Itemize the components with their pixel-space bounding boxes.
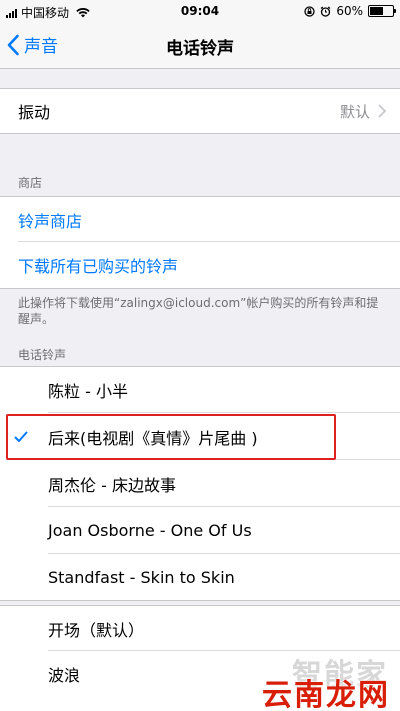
ringtone-label: Standfast - Skin to Skin [48,567,235,587]
ringtone-row-selected[interactable]: 后来(电视剧《真情》片尾曲 ) [0,413,400,460]
page-title: 电话铃声 [166,39,234,59]
builtin-tone-label: 波浪 [48,666,81,685]
builtin-tone-label: 开场（默认） [48,620,145,640]
ringtone-label: 陈粒 - 小半 [48,382,128,401]
ringtone-row[interactable]: Joan Osborne - One Of Us [0,507,400,554]
ringtone-label: 周杰伦 - 床边故事 [48,475,176,495]
ringtone-store-link: 铃声商店 [18,211,83,231]
ringtone-label: 后来(电视剧《真情》片尾曲 ) [48,428,258,448]
status-bar: 中国移动 09:04 60% [0,0,400,22]
vibration-row[interactable]: 振动 默认 [0,88,400,134]
vibration-value: 默认 [339,102,370,121]
battery-percent: 60% [336,4,363,18]
chevron-right-icon [378,104,386,118]
checkmark-icon [14,431,28,442]
navigation-bar: 声音 电话铃声 [0,22,400,69]
vibration-label: 振动 [18,103,51,122]
store-section-header: 商店 [18,176,43,190]
watermark-bottom: 云南龙网 [262,678,390,711]
ringtone-store-row[interactable]: 铃声商店 [0,196,400,242]
store-footnote: 此操作将下载使用“zalingx@icloud.com”帐户购买的所有铃声和提醒… [18,296,379,326]
alarm-icon [320,6,331,17]
rotation-lock-icon [304,5,315,17]
download-purchased-row[interactable]: 下载所有已购买的铃声 [0,242,400,289]
battery-level [370,7,384,15]
status-right: 60% [304,4,396,18]
builtin-tone-row[interactable]: 开场（默认） [0,605,400,651]
ringtones-section-header: 电话铃声 [18,348,67,362]
ringtone-label: Joan Osborne - One Of Us [48,521,252,540]
download-purchased-link: 下载所有已购买的铃声 [18,257,179,276]
ringtone-row[interactable]: Standfast - Skin to Skin [0,554,400,601]
ringtone-row[interactable]: 陈粒 - 小半 [0,366,400,413]
ringtone-row[interactable]: 周杰伦 - 床边故事 [0,460,400,507]
battery-icon [368,5,396,17]
